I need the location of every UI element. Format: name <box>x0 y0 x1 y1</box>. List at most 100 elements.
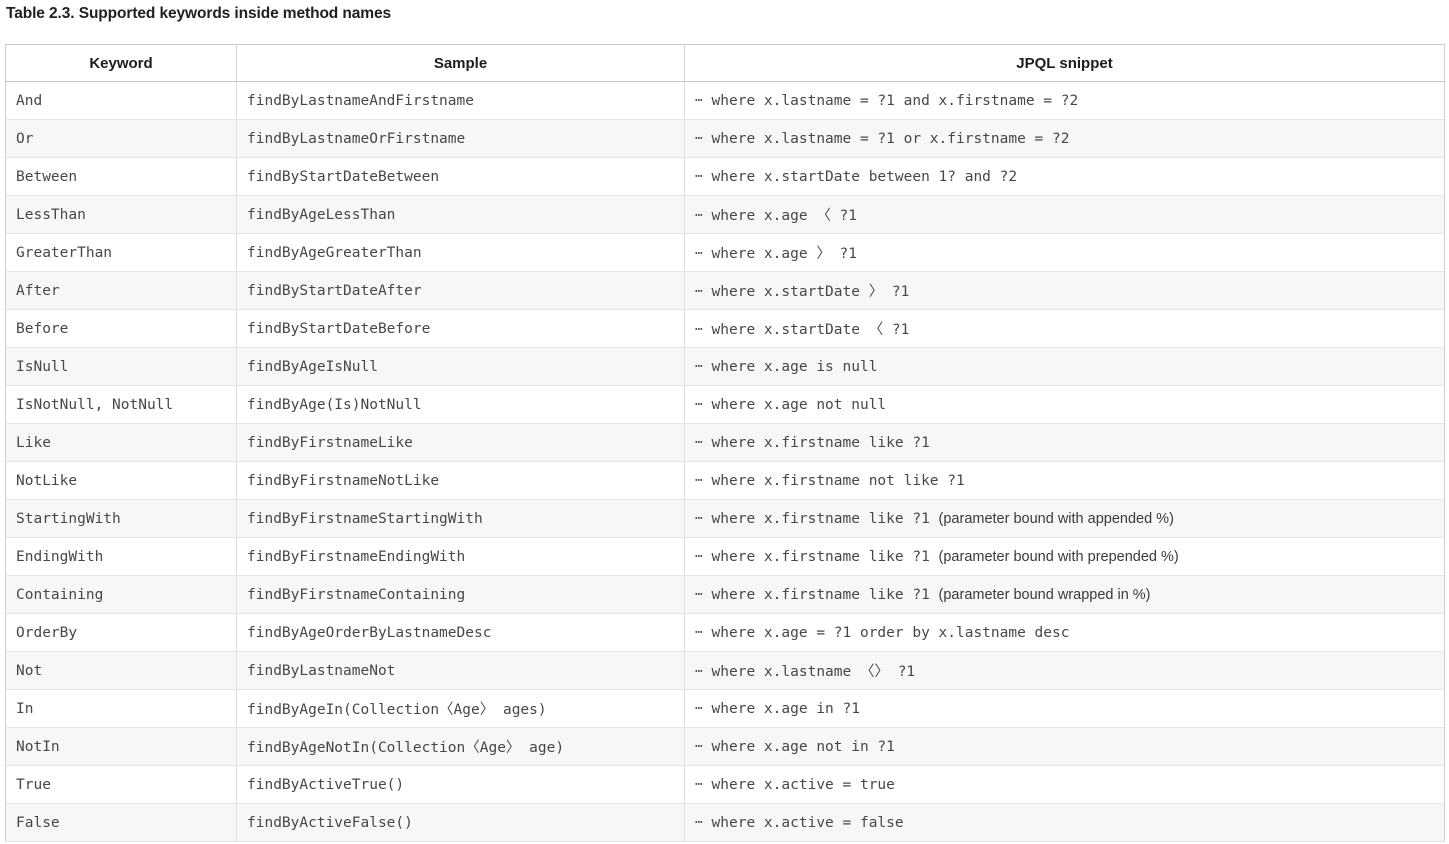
sample-method-name: findByAgeIsNull <box>247 358 378 375</box>
column-header-jpql-snippet: JPQL snippet <box>684 44 1445 82</box>
cell-sample: findByStartDateBefore <box>236 309 685 348</box>
jpql-snippet: ⋯ where x.startDate 〈 ?1 <box>695 318 909 339</box>
cell-jpql-snippet: ⋯ where x.startDate 〉 ?1 <box>684 271 1445 310</box>
cell-keyword: In <box>5 689 237 728</box>
sample-method-name: findByActiveTrue() <box>247 776 405 793</box>
cell-sample: findByFirstnameEndingWith <box>236 537 685 576</box>
ellipsis-icon: ⋯ <box>695 322 703 337</box>
column-header-keyword: Keyword <box>5 44 237 82</box>
sample-method-name: findByFirstnameLike <box>247 434 413 451</box>
sample-method-name: findByLastnameNot <box>247 662 396 679</box>
table-row: And findByLastnameAndFirstname ⋯ where x.l… <box>5 81 1445 120</box>
cell-keyword: True <box>5 765 237 804</box>
table-row: Not findByLastnameNot ⋯ where x.lastname 〈… <box>5 651 1445 690</box>
cell-jpql-snippet: ⋯ where x.active = true <box>684 765 1445 804</box>
sample-method-name: findByAge(Is)NotNull <box>247 396 422 413</box>
keyword-text: After <box>16 282 60 299</box>
cell-jpql-snippet: ⋯ where x.firstname not like ?1 <box>684 461 1445 500</box>
jpql-snippet: ⋯ where x.firstname like ?1 <box>695 434 930 452</box>
ellipsis-icon: ⋯ <box>695 700 703 716</box>
sample-method-name: findByFirstnameNotLike <box>247 472 440 489</box>
cell-jpql-snippet: ⋯ where x.age not in ?1 <box>684 727 1445 766</box>
cell-sample: findByActiveTrue() <box>236 765 685 804</box>
jpql-code-text: where x.active = true <box>702 776 895 793</box>
table-row: Containing findByFirstnameContaining ⋯ whe… <box>5 575 1445 614</box>
sample-method-name: findByLastnameOrFirstname <box>247 130 466 147</box>
table-row: False findByActiveFalse() ⋯ where x.active… <box>5 803 1445 842</box>
jpql-code-text: where x.lastname 〈〉 ?1 <box>702 664 916 680</box>
jpql-snippet: ⋯ where x.startDate 〉 ?1 <box>695 280 909 301</box>
cell-jpql-snippet: ⋯ where x.lastname = ?1 and x.firstname … <box>684 81 1445 120</box>
ellipsis-icon: ⋯ <box>695 510 703 526</box>
cell-keyword: False <box>5 803 237 842</box>
cell-sample: findByLastnameAndFirstname <box>236 81 685 120</box>
keyword-text: Like <box>16 434 51 451</box>
cell-sample: findByAge(Is)NotNull <box>236 385 685 424</box>
ellipsis-icon: ⋯ <box>695 624 703 640</box>
ellipsis-icon: ⋯ <box>695 92 703 108</box>
jpql-note-text: (parameter bound with appended %) <box>938 510 1174 527</box>
cell-sample: findByAgeNotIn(Collection〈Age〉 age) <box>236 727 685 766</box>
jpql-code-text: where x.age 〉 ?1 <box>702 246 858 262</box>
ellipsis-icon: ⋯ <box>695 548 703 564</box>
cell-jpql-snippet: ⋯ where x.firstname like ?1 (parameter b… <box>684 499 1445 538</box>
ellipsis-icon: ⋯ <box>695 738 703 754</box>
cell-jpql-snippet: ⋯ where x.lastname 〈〉 ?1 <box>684 651 1445 690</box>
cell-jpql-snippet: ⋯ where x.firstname like ?1 (parameter b… <box>684 575 1445 614</box>
jpql-snippet: ⋯ where x.startDate between 1? and ?2 <box>695 168 1017 186</box>
ellipsis-icon: ⋯ <box>695 814 703 830</box>
jpql-code-text: where x.startDate between 1? and ?2 <box>702 168 1018 185</box>
cell-sample: findByAgeLessThan <box>236 195 685 234</box>
cell-sample: findByFirstnameNotLike <box>236 461 685 500</box>
cell-sample: findByActiveFalse() <box>236 803 685 842</box>
cell-keyword: Not <box>5 651 237 690</box>
jpql-snippet: ⋯ where x.lastname 〈〉 ?1 <box>695 660 915 681</box>
keyword-text: And <box>16 92 43 109</box>
keywords-table-container: Keyword Sample JPQL snippet And findByLas… <box>5 44 1445 842</box>
jpql-snippet: ⋯ where x.age not null <box>695 396 886 414</box>
cell-jpql-snippet: ⋯ where x.startDate 〈 ?1 <box>684 309 1445 348</box>
cell-sample: findByLastnameOrFirstname <box>236 119 685 158</box>
cell-sample: findByFirstnameContaining <box>236 575 685 614</box>
cell-jpql-snippet: ⋯ where x.active = false <box>684 803 1445 842</box>
cell-jpql-snippet: ⋯ where x.age is null <box>684 347 1445 386</box>
cell-sample: findByAgeOrderByLastnameDesc <box>236 613 685 652</box>
keyword-text: Containing <box>16 586 104 603</box>
cell-keyword: IsNull <box>5 347 237 386</box>
cell-keyword: Before <box>5 309 237 348</box>
jpql-code-text: where x.age is null <box>702 358 878 375</box>
keyword-text: LessThan <box>16 206 86 223</box>
table-row: Between findByStartDateBetween ⋯ where x.s… <box>5 157 1445 196</box>
cell-keyword: StartingWith <box>5 499 237 538</box>
jpql-code-text: where x.firstname not like ?1 <box>702 472 965 489</box>
jpql-code-text: where x.lastname = ?1 or x.firstname = ?… <box>702 130 1070 147</box>
sample-method-name: findByStartDateAfter <box>247 282 422 299</box>
ellipsis-icon: ⋯ <box>695 358 703 374</box>
sample-method-name: findByFirstnameContaining <box>247 586 466 603</box>
keyword-text: Before <box>16 320 69 337</box>
jpql-code-text: where x.age not null <box>702 396 887 413</box>
jpql-snippet: ⋯ where x.active = false <box>695 814 904 832</box>
table-row: IsNotNull, NotNull findByAge(Is)NotNull ⋯ … <box>5 385 1445 424</box>
cell-keyword: NotLike <box>5 461 237 500</box>
keyword-text: IsNull <box>16 358 69 375</box>
table-caption: Table 2.3. Supported keywords inside met… <box>6 5 391 22</box>
table-head: Keyword Sample JPQL snippet <box>5 44 1445 82</box>
cell-keyword: Like <box>5 423 237 462</box>
sample-method-name: findByActiveFalse() <box>247 814 413 831</box>
cell-jpql-snippet: ⋯ where x.age in ?1 <box>684 689 1445 728</box>
table-row: EndingWith findByFirstnameEndingWith ⋯ whe… <box>5 537 1445 576</box>
table-page: Table 2.3. Supported keywords inside met… <box>0 0 1449 844</box>
jpql-code-text: where x.firstname like ?1 <box>702 510 939 527</box>
table-row: OrderBy findByAgeOrderByLastnameDesc ⋯ whe… <box>5 613 1445 652</box>
cell-sample: findByAgeIn(Collection〈Age〉 ages) <box>236 689 685 728</box>
jpql-snippet: ⋯ where x.active = true <box>695 776 895 794</box>
sample-method-name: findByAgeOrderByLastnameDesc <box>247 624 492 641</box>
jpql-snippet: ⋯ where x.firstname not like ?1 <box>695 472 965 490</box>
keyword-text: GreaterThan <box>16 244 113 261</box>
jpql-code-text: where x.age not in ?1 <box>702 738 895 755</box>
jpql-snippet: ⋯ where x.age = ?1 order by x.lastname d… <box>695 624 1069 642</box>
cell-keyword: OrderBy <box>5 613 237 652</box>
ellipsis-icon: ⋯ <box>695 284 703 299</box>
cell-sample: findByStartDateBetween <box>236 157 685 196</box>
